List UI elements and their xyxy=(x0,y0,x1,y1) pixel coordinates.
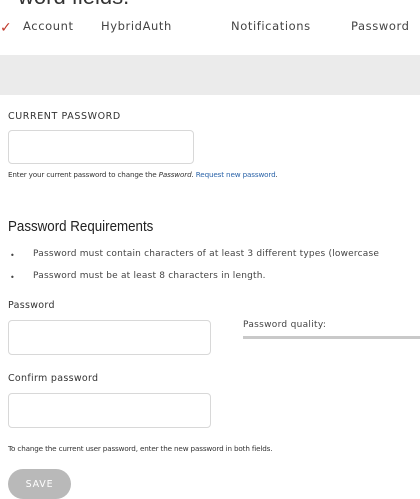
bullet-icon: • xyxy=(10,251,15,260)
password-quality-meter xyxy=(243,336,420,339)
help-text-emphasis: Password xyxy=(158,170,192,179)
requirement-item: Password must contain characters of at l… xyxy=(33,249,380,259)
password-label: Password xyxy=(8,300,55,311)
current-password-input[interactable] xyxy=(8,130,194,164)
request-new-password-link[interactable]: Request new password xyxy=(196,170,276,179)
form-help-text: To change the current user password, ent… xyxy=(8,444,273,453)
requirement-item: Password must be at least 8 characters i… xyxy=(33,271,266,281)
help-text-prefix: Enter your current password to change th… xyxy=(8,170,159,179)
tab-password[interactable]: Password xyxy=(351,16,410,36)
page-title-fragment: word fields. xyxy=(18,0,129,10)
password-quality-label: Password quality: xyxy=(243,320,327,330)
confirm-password-label: Confirm password xyxy=(8,373,99,384)
account-tabs: Account HybridAuth Notifications Passwor… xyxy=(0,16,420,42)
tab-account[interactable]: Account xyxy=(23,16,74,36)
tab-hybridauth[interactable]: HybridAuth xyxy=(101,16,172,36)
confirm-password-input[interactable] xyxy=(8,393,211,428)
bullet-icon: • xyxy=(10,273,15,282)
current-password-label: CURRENT PASSWORD xyxy=(8,111,121,122)
current-password-help: Enter your current password to change th… xyxy=(8,170,278,179)
tab-notifications[interactable]: Notifications xyxy=(231,16,311,36)
secondary-nav-bar xyxy=(0,55,420,95)
save-button[interactable]: SAVE xyxy=(8,469,71,499)
help-text-suffix: . xyxy=(275,170,278,179)
password-input[interactable] xyxy=(8,320,211,355)
password-requirements-heading: Password Requirements xyxy=(8,219,154,235)
